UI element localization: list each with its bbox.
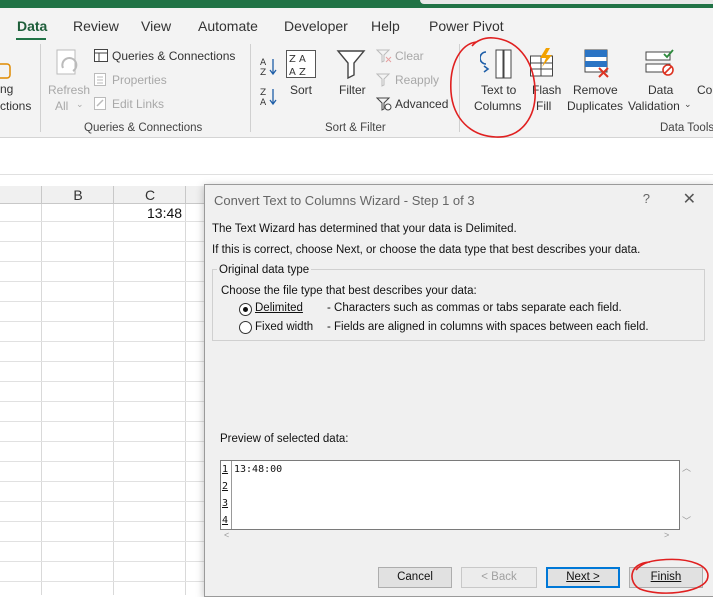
fixed-width-label[interactable]: Fixed width <box>255 321 313 333</box>
queries-connections-icon <box>94 49 108 62</box>
advanced-button[interactable]: Advanced <box>395 97 448 111</box>
filter-button[interactable]: Filter <box>339 83 366 97</box>
tab-data[interactable]: Data <box>17 18 47 34</box>
preview-label: Preview of selected data: <box>220 433 349 445</box>
scroll-right-icon[interactable]: > <box>664 530 669 540</box>
text-to-columns-wizard-dialog: Convert Text to Columns Wizard - Step 1 … <box>204 184 713 597</box>
data-validation-icon[interactable] <box>644 48 676 80</box>
preview-row-number: 3 <box>222 498 229 509</box>
ribbon-tabs: Data Review View Automate Developer Help… <box>0 8 713 40</box>
get-data-icon[interactable] <box>0 58 12 80</box>
back-button[interactable]: < Back <box>461 567 537 588</box>
tab-developer[interactable]: Developer <box>284 18 348 34</box>
sort-a-to-z-icon[interactable]: AZ <box>259 56 279 78</box>
tab-help[interactable]: Help <box>371 18 400 34</box>
group-label-sort-filter: Sort & Filter <box>325 122 386 134</box>
formula-bar[interactable] <box>0 138 713 175</box>
separator <box>459 44 460 132</box>
ribbon: ng ctions Refresh All ⌄ Queries & Connec… <box>0 40 713 138</box>
dialog-intro-line-2: If this is correct, choose Next, or choo… <box>212 244 641 256</box>
reapply-icon <box>375 73 392 87</box>
sort-z-to-a-icon[interactable]: ZA <box>259 86 279 108</box>
dialog-intro-line-1: The Text Wizard has determined that your… <box>212 223 517 235</box>
flash-fill-icon[interactable] <box>530 48 560 80</box>
refresh-all-label-2[interactable]: All <box>55 99 68 113</box>
svg-text:Z: Z <box>260 88 266 98</box>
remove-duplicates-icon[interactable] <box>583 48 613 80</box>
svg-text:Z: Z <box>260 68 266 76</box>
chevron-down-icon: ⌄ <box>684 99 692 109</box>
sort-icon[interactable]: Z A A Z <box>286 50 316 78</box>
queries-connections-button[interactable]: Queries & Connections <box>112 49 235 63</box>
clear-button[interactable]: Clear <box>395 49 424 63</box>
tab-power-pivot[interactable]: Power Pivot <box>429 18 504 34</box>
delimited-radio[interactable] <box>239 303 252 316</box>
get-data-label-2[interactable]: ctions <box>0 99 31 113</box>
title-bar-search-area <box>420 0 713 4</box>
data-preview-box[interactable]: 1 2 3 4 13:48:00 <box>220 460 680 530</box>
dialog-title: Convert Text to Columns Wizard - Step 1 … <box>214 193 475 208</box>
edit-links-button[interactable]: Edit Links <box>112 97 164 111</box>
delimited-description: - Characters such as commas or tabs sepa… <box>327 302 622 314</box>
choose-file-type-text: Choose the file type that best describes… <box>221 285 477 297</box>
cancel-button[interactable]: Cancel <box>378 567 452 588</box>
preview-row-number: 1 <box>222 464 229 475</box>
filter-icon[interactable] <box>336 48 366 80</box>
preview-vertical-scrollbar[interactable]: ︿ ﹀ <box>679 460 693 528</box>
separator <box>40 44 41 132</box>
tab-automate[interactable]: Automate <box>198 18 258 34</box>
get-data-label-1[interactable]: ng <box>0 82 13 96</box>
svg-text:A Z: A Z <box>289 67 306 78</box>
group-label-data-tools: Data Tools <box>660 122 713 134</box>
svg-text:Z A: Z A <box>289 54 306 65</box>
preview-row-number: 2 <box>222 481 229 492</box>
group-label-queries: Queries & Connections <box>84 122 203 134</box>
flash-fill-label-2[interactable]: Fill <box>536 99 551 113</box>
tab-view[interactable]: View <box>141 18 171 34</box>
scroll-down-icon[interactable]: ﹀ <box>682 514 691 527</box>
svg-text:A: A <box>260 58 267 68</box>
worksheet-grid[interactable]: 13:48 <box>0 204 204 595</box>
preview-row-text: 13:48:00 <box>234 464 283 475</box>
reapply-button[interactable]: Reapply <box>395 73 439 87</box>
svg-text:A: A <box>260 98 267 106</box>
preview-horizontal-scrollbar[interactable]: < > <box>220 529 678 543</box>
remove-duplicates-label-1[interactable]: Remove <box>573 83 618 97</box>
fixed-width-radio[interactable] <box>239 321 252 334</box>
chevron-down-icon: ⌄ <box>76 99 84 109</box>
flash-fill-label-1[interactable]: Flash <box>532 83 561 97</box>
cell-c1-value[interactable]: 13:48 <box>147 205 182 221</box>
advanced-filter-icon <box>375 97 392 111</box>
text-to-columns-label-1[interactable]: Text to <box>481 83 516 97</box>
finish-button[interactable]: Finish <box>629 567 703 588</box>
column-header-b[interactable]: B <box>42 186 114 203</box>
tab-review[interactable]: Review <box>73 18 119 34</box>
data-validation-label-1[interactable]: Data <box>648 83 673 97</box>
preview-row-numbers: 1 2 3 4 <box>221 461 232 529</box>
column-header-c[interactable]: C <box>114 186 186 203</box>
next-button[interactable]: Next > <box>546 567 620 588</box>
close-icon[interactable]: ✕ <box>683 189 696 209</box>
data-validation-label-2[interactable]: Validation <box>628 99 680 113</box>
consolidate-label-partial[interactable]: Co <box>697 83 712 97</box>
text-to-columns-label-2[interactable]: Columns <box>474 99 521 113</box>
properties-button[interactable]: Properties <box>112 73 167 87</box>
clear-filter-icon <box>375 49 392 63</box>
refresh-all-icon[interactable] <box>53 48 83 82</box>
scroll-left-icon[interactable]: < <box>224 530 229 540</box>
fixed-width-description: - Fields are aligned in columns with spa… <box>327 321 649 333</box>
remove-duplicates-label-2[interactable]: Duplicates <box>567 99 623 113</box>
refresh-all-label-1[interactable]: Refresh <box>48 83 90 97</box>
original-data-type-label: Original data type <box>217 264 312 276</box>
properties-icon <box>94 73 106 86</box>
edit-links-icon <box>94 97 106 110</box>
preview-row-number: 4 <box>222 515 229 526</box>
separator <box>250 44 251 132</box>
sort-button[interactable]: Sort <box>290 83 312 97</box>
scroll-up-icon[interactable]: ︿ <box>682 461 691 474</box>
text-to-columns-icon[interactable] <box>479 48 514 80</box>
delimited-label[interactable]: Delimited <box>255 302 303 314</box>
help-icon[interactable]: ? <box>643 191 650 206</box>
